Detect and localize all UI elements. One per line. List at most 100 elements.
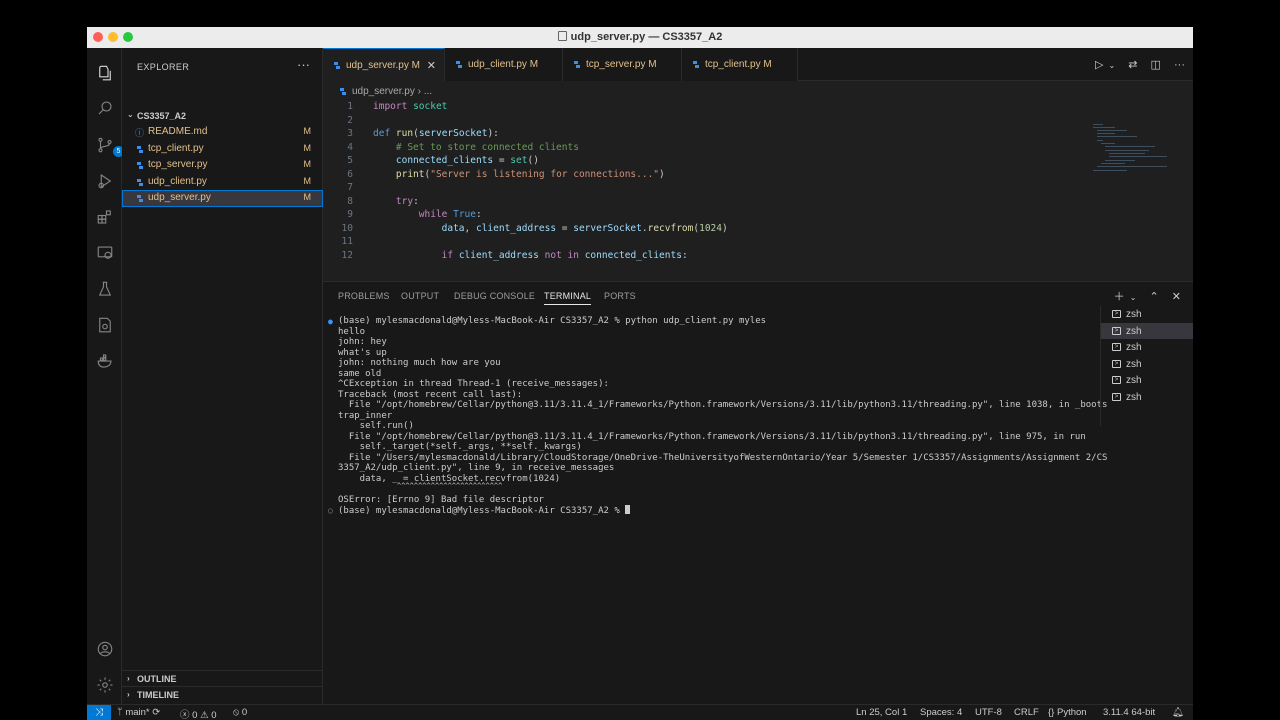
chevron-right-icon: › [127, 674, 130, 683]
timeline-section[interactable]: › TIMELINE [122, 686, 323, 702]
terminal-instance[interactable]: > zsh [1101, 322, 1193, 339]
file-name: udp_server.py [148, 192, 211, 203]
split-editor-icon[interactable]: ◫ [1151, 59, 1161, 71]
terminal-line: File "/opt/homebrew/Cellar/python@3.11/3… [338, 400, 1108, 410]
chevron-up-icon[interactable]: ⌃ [1150, 291, 1159, 303]
file-item-readme[interactable]: ⓘ README.md M [122, 124, 323, 141]
outline-label: OUTLINE [137, 674, 177, 684]
indentation[interactable]: Spaces: 4 [920, 707, 962, 718]
explorer-more-actions-button[interactable]: ··· [297, 57, 310, 72]
command-marker-icon: ○ [328, 506, 333, 515]
tab-label: tcp_server.py M [586, 59, 657, 70]
extensions-icon[interactable] [95, 207, 114, 226]
terminal-line: self.run() [338, 421, 414, 431]
file-item-tcp-server[interactable]: tcp_server.py M [122, 157, 323, 174]
terminal-line: File "/Users/mylesmacdonald/Library/Clou… [338, 452, 1108, 463]
breadcrumb-path[interactable]: udp_server.py › ... [352, 86, 432, 97]
file-name: tcp_client.py [148, 142, 204, 154]
file-icon [557, 31, 567, 41]
tab-problems[interactable]: PROBLEMS [338, 291, 390, 301]
compare-changes-icon[interactable]: ⇄ [1128, 59, 1137, 71]
close-icon[interactable]: ✕ [427, 59, 436, 72]
modified-indicator: M [303, 126, 312, 136]
terminal-icon: > [1112, 376, 1121, 384]
title-bar: udp_server.py — CS3357_A2 [87, 27, 1193, 48]
sync-icon: ⟳ [152, 707, 161, 718]
folder-root[interactable]: ⌄ CS3357_A2 [122, 108, 323, 124]
window-title-text: udp_server.py — CS3357_A2 [570, 31, 723, 43]
command-marker-icon: ● [328, 317, 333, 326]
cursor-position[interactable]: Ln 25, Col 1 [856, 707, 907, 718]
editor-tab-bar: udp_server.py M ✕ udp_client.py M tcp_se… [323, 48, 1193, 81]
line-ending[interactable]: CRLF [1014, 707, 1039, 718]
terminal-icon: > [1112, 392, 1121, 401]
file-item-tcp-client[interactable]: tcp_client.py M [122, 141, 323, 158]
close-panel-icon[interactable]: ✕ [1172, 291, 1181, 303]
security-icon[interactable] [95, 315, 114, 334]
tab-ports[interactable]: PORTS [604, 291, 636, 301]
file-name: README.md [148, 126, 208, 137]
explorer-sidebar: EXPLORER ··· ⌄ CS3357_A2 ⓘ README.md M t… [122, 48, 323, 704]
terminal-line: self._target(*self._args, **self._kwargs… [338, 442, 582, 452]
testing-icon[interactable] [95, 279, 114, 298]
ports-icon: ⦸ [233, 707, 240, 718]
problems-indicator[interactable]: ⓧ 0 ⚠ 0 [180, 707, 217, 720]
python-file-icon [456, 61, 462, 68]
modified-indicator: M [303, 175, 312, 186]
new-terminal-icon[interactable]: ＋ [1114, 291, 1125, 303]
terminal-instance[interactable]: > zsh [1101, 389, 1193, 406]
tab-tcp-client[interactable]: tcp_client.py M [682, 48, 798, 81]
encoding[interactable]: UTF-8 [975, 707, 1002, 718]
explorer-icon[interactable] [95, 63, 114, 82]
language-mode[interactable]: {} Python [1048, 707, 1087, 718]
run-python-file-icon[interactable]: ▷ [1095, 59, 1103, 71]
terminal-line: hello [338, 326, 366, 337]
tab-output[interactable]: OUTPUT [401, 291, 439, 301]
python-file-icon [693, 61, 699, 68]
terminal-tabs-list: > zsh > zsh > zsh > zsh > zsh > zsh [1100, 306, 1193, 426]
file-item-udp-server[interactable]: udp_server.py M [122, 190, 323, 207]
remote-explorer-icon[interactable] [95, 243, 114, 262]
terminal-line: what's up [338, 347, 387, 358]
tab-tcp-server[interactable]: tcp_server.py M [563, 48, 682, 81]
chevron-down-icon[interactable]: ⌄ [1108, 61, 1115, 70]
terminal-line: ^CException in thread Thread-1 (receive_… [338, 379, 609, 389]
tab-debug-console[interactable]: DEBUG CONSOLE [454, 291, 535, 301]
run-debug-icon[interactable] [95, 171, 114, 190]
code-editor[interactable]: 1 import socket 2 3 def run(serverSocket):… [323, 101, 1083, 281]
search-icon[interactable] [95, 98, 114, 117]
more-actions-icon[interactable]: ··· [1174, 59, 1185, 71]
terminal-line: OSError: [Errno 9] Bad file descriptor [338, 494, 544, 505]
account-icon[interactable] [95, 639, 114, 658]
ports-indicator[interactable]: ⦸ 0 [233, 707, 247, 718]
remote-indicator-icon[interactable]: ⤨ [87, 705, 111, 720]
terminal-line: File "/opt/homebrew/Cellar/python@3.11/3… [338, 431, 1086, 442]
terminal-instance[interactable]: > zsh [1101, 339, 1193, 356]
git-branch-icon: ᛘ [117, 707, 123, 718]
terminal-instance[interactable]: > zsh [1101, 372, 1193, 389]
python-interpreter[interactable]: 3.11.4 64-bit [1103, 707, 1155, 718]
status-bar: ⤨ ᛘ main* ⟳ ⓧ 0 ⚠ 0 ⦸ 0 Ln 25, Col 1 Spa… [87, 704, 1193, 720]
terminal-instance[interactable]: > zsh [1101, 306, 1193, 323]
tab-udp-server[interactable]: udp_server.py M ✕ [323, 48, 445, 81]
file-item-udp-client[interactable]: udp_client.py M [122, 174, 323, 191]
docker-icon[interactable] [95, 351, 114, 370]
terminal-icon: > [1112, 326, 1121, 335]
terminal-icon: > [1112, 310, 1121, 318]
notifications-bell-icon[interactable]: 🔔︎ [1172, 707, 1184, 718]
terminal-output[interactable]: ● (base) mylesmacdonald@Myless-MacBook-A… [323, 316, 1107, 696]
outline-section[interactable]: › OUTLINE [122, 670, 323, 686]
chevron-down-icon[interactable]: ⌄ [1130, 293, 1137, 302]
python-file-icon [137, 178, 143, 186]
tab-udp-client[interactable]: udp_client.py M [445, 48, 563, 81]
file-name: udp_client.py [148, 175, 207, 187]
minimap[interactable] [1093, 122, 1193, 182]
terminal-instance[interactable]: > zsh [1101, 356, 1193, 373]
settings-gear-icon[interactable] [95, 675, 114, 694]
branch-indicator[interactable]: ᛘ main* ⟳ [117, 707, 160, 718]
breadcrumb: udp_server.py › ... [323, 81, 1193, 101]
terminal-icon: > [1112, 343, 1121, 351]
source-control-icon[interactable]: 5 [95, 135, 124, 157]
tab-label: udp_server.py M [346, 60, 420, 71]
tab-terminal[interactable]: TERMINAL [544, 291, 592, 305]
